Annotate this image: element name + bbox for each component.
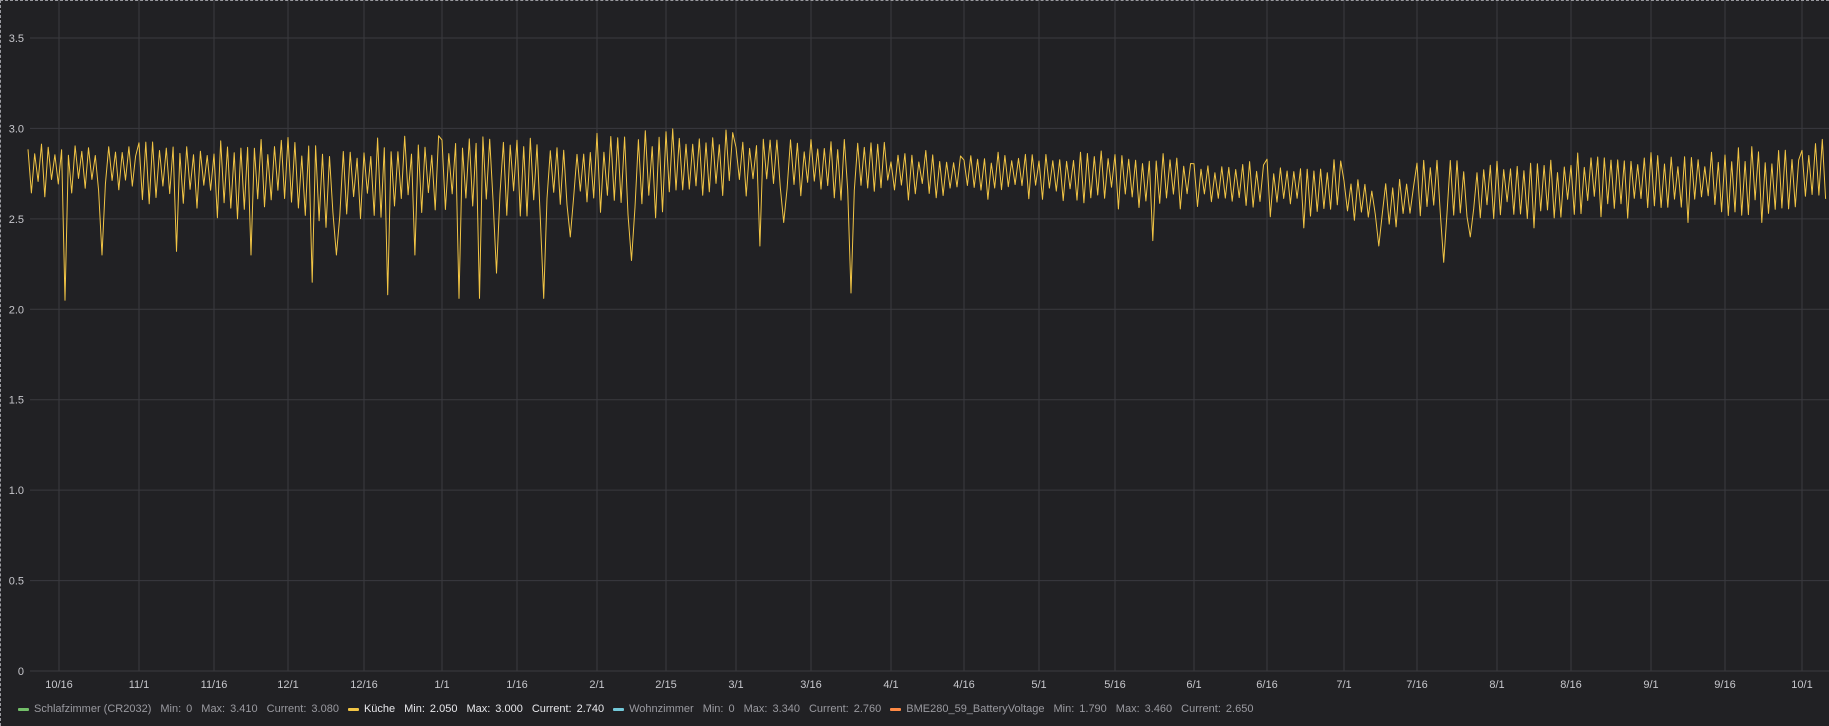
legend-swatch <box>18 707 29 711</box>
y-tick-label: 1.5 <box>9 395 24 407</box>
legend-current-label: Current: <box>531 703 572 715</box>
legend-max-value: 3.410 <box>230 703 258 715</box>
legend-max-label: Max: <box>201 703 226 715</box>
legend-max-value: 3.460 <box>1144 703 1173 715</box>
legend-swatch <box>347 707 359 711</box>
x-tick-label: 5/16 <box>1104 679 1125 691</box>
x-tick-label: 3/1 <box>728 679 743 691</box>
x-tick-label: 6/1 <box>1186 679 1201 691</box>
legend-max-label: Max: <box>1115 703 1140 715</box>
x-tick-label: 1/16 <box>506 679 527 691</box>
legend-current-value: 3.080 <box>311 703 339 715</box>
x-tick-label: 1/1 <box>434 679 449 691</box>
x-tick-label: 9/16 <box>1714 679 1735 691</box>
legend-swatch <box>613 707 625 711</box>
x-tick-label: 5/1 <box>1031 679 1046 691</box>
legend-item-kueche[interactable]: Küche Min: 2.050 Max: 3.000 Current: 2.740 <box>347 703 605 715</box>
legend-current-value: 2.740 <box>576 703 605 715</box>
legend-current-value: 2.650 <box>1225 703 1254 715</box>
series-layer <box>27 128 1827 301</box>
legend-item-bme280[interactable]: BME280_59_BatteryVoltage Min: 1.790 Max: 3… <box>890 703 1253 715</box>
x-tick-label: 7/1 <box>1336 679 1351 691</box>
legend-max-value: 3.000 <box>495 703 523 715</box>
legend-min-label: Min: <box>404 703 425 715</box>
x-tick-label: 4/16 <box>953 679 974 691</box>
x-tick-label: 2/15 <box>655 679 676 691</box>
legend-item-wohnzimmer[interactable]: Wohnzimmer Min: 0 Max: 3.340 Current: 2.760 <box>613 703 881 715</box>
legend-min-value: 0 <box>728 703 735 715</box>
x-tick-label: 4/1 <box>883 679 898 691</box>
legend-series-name: Küche <box>363 703 396 715</box>
legend-min-value: 1.790 <box>1079 703 1107 715</box>
x-tick-label: 12/1 <box>277 679 298 691</box>
x-tick-label: 12/16 <box>350 679 378 691</box>
x-tick-label: 8/16 <box>1560 679 1581 691</box>
x-tick-label: 11/1 <box>129 679 150 691</box>
legend-current-value: 2.760 <box>853 703 882 715</box>
legend-min-value: 0 <box>186 703 193 715</box>
y-tick-label: 2.0 <box>9 304 24 316</box>
legend-max-value: 3.340 <box>772 703 800 715</box>
y-tick-label: 2.5 <box>9 214 24 226</box>
y-tick-label: 0 <box>18 666 24 678</box>
legend-min-value: 2.050 <box>429 703 458 715</box>
chart: 0 0.5 1.0 1.5 2.0 2.5 3.0 3.5 10/16 11/1 11/16 12/… <box>9 0 1829 691</box>
legend-current-label: Current: <box>808 703 849 715</box>
x-tick-label: 10/1 <box>1791 679 1812 691</box>
legend-max-label: Max: <box>743 703 768 715</box>
legend: Schlafzimmer (CR2032) Min: 0 Max: 3.410 Cu… <box>18 701 1253 717</box>
x-tick-label: 2/1 <box>589 679 604 691</box>
x-tick-label: 8/1 <box>1489 679 1504 691</box>
y-axis: 0 0.5 1.0 1.5 2.0 2.5 3.0 3.5 <box>9 33 24 678</box>
series-line-kueche <box>27 128 1827 301</box>
legend-item-schlafzimmer[interactable]: Schlafzimmer (CR2032) Min: 0 Max: 3.410 Cu… <box>18 703 339 715</box>
legend-current-label: Current: <box>1181 703 1221 715</box>
legend-series-name: Schlafzimmer (CR2032) <box>34 703 152 715</box>
legend-current-label: Current: <box>266 703 307 715</box>
x-tick-label: 7/16 <box>1406 679 1427 691</box>
legend-series-name: BME280_59_BatteryVoltage <box>906 703 1045 715</box>
legend-max-label: Max: <box>466 703 491 715</box>
legend-series-name: Wohnzimmer <box>629 703 694 715</box>
legend-min-label: Min: <box>160 703 182 715</box>
legend-min-label: Min: <box>702 703 724 715</box>
legend-min-label: Min: <box>1053 703 1075 715</box>
legend-swatch <box>890 707 902 711</box>
x-tick-label: 9/1 <box>1643 679 1658 691</box>
y-tick-label: 3.5 <box>9 33 24 45</box>
x-axis: 10/16 11/1 11/16 12/1 12/16 1/1 1/16 2/1 2/15 3/1… <box>45 679 1812 691</box>
x-tick-label: 3/16 <box>800 679 821 691</box>
y-tick-label: 1.0 <box>9 485 24 497</box>
chart-grid <box>30 0 1829 672</box>
x-tick-label: 6/16 <box>1256 679 1277 691</box>
x-tick-label: 10/16 <box>45 679 73 691</box>
y-tick-label: 3.0 <box>9 123 24 135</box>
x-tick-label: 11/16 <box>201 679 228 691</box>
y-tick-label: 0.5 <box>9 576 24 588</box>
